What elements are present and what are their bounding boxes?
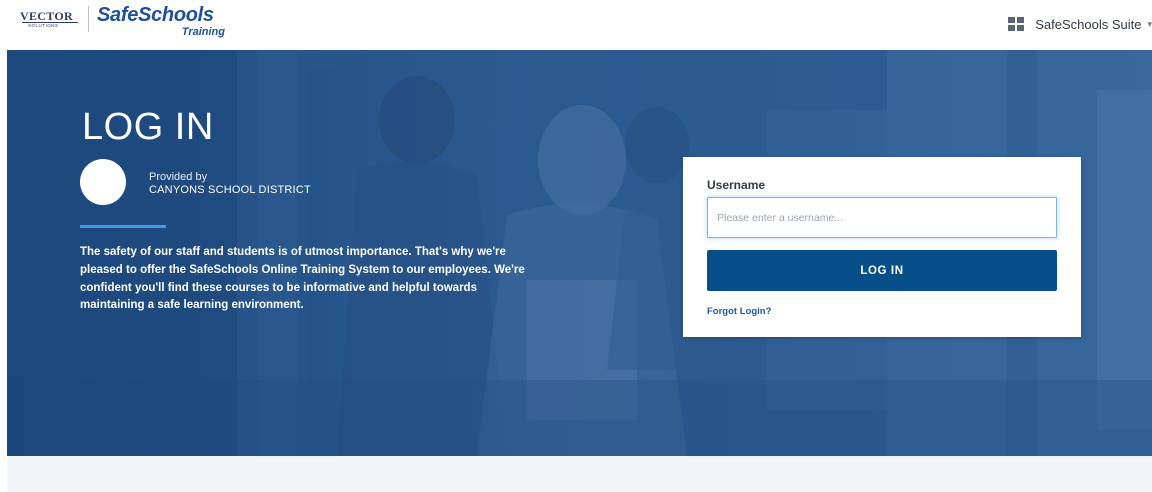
suite-menu[interactable]: SafeSchools Suite ▾ xyxy=(1008,14,1152,34)
district-name: CANYONS SCHOOL DISTRICT xyxy=(149,184,311,196)
page-title: LOG IN xyxy=(82,106,214,148)
app-name: SafeSchools xyxy=(97,4,214,26)
suite-menu-label: SafeSchools Suite xyxy=(1035,16,1142,32)
username-label: Username xyxy=(707,178,766,192)
brand-divider xyxy=(88,6,89,32)
safeschools-training-logo: SafeSchools Training xyxy=(97,4,227,42)
vector-solutions-logo: VECTOR SOLUTIONS xyxy=(20,6,82,30)
login-button[interactable]: LOG IN xyxy=(707,250,1057,291)
grid-icon xyxy=(1008,17,1025,31)
provided-by-label: Provided by xyxy=(149,171,208,183)
footer-strip xyxy=(7,456,1152,492)
vector-logo-sub: SOLUTIONS xyxy=(28,23,59,28)
welcome-description: The safety of our staff and students is … xyxy=(80,246,525,312)
app-subtitle: Training xyxy=(181,26,225,38)
accent-divider xyxy=(80,225,166,228)
top-header: VECTOR SOLUTIONS SafeSchools Training Sa… xyxy=(0,0,1152,50)
username-input[interactable] xyxy=(707,197,1057,238)
chevron-down-icon: ▾ xyxy=(1147,18,1152,29)
district-avatar xyxy=(80,159,126,205)
brand-logos[interactable]: VECTOR SOLUTIONS SafeSchools Training xyxy=(20,4,227,42)
forgot-login-link[interactable]: Forgot Login? xyxy=(707,306,771,317)
login-card: Username LOG IN Forgot Login? xyxy=(683,157,1081,337)
